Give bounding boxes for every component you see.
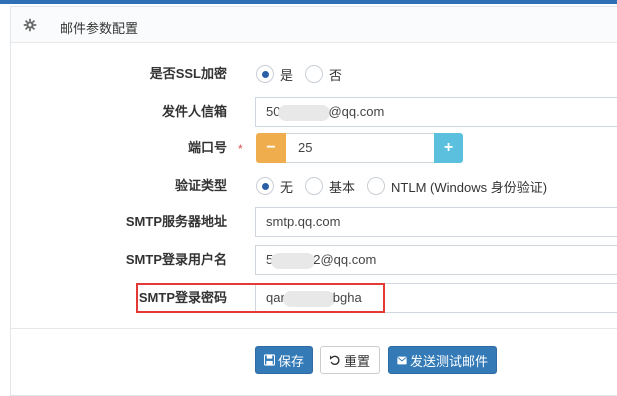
- auth-none-label: 无: [280, 179, 294, 195]
- smtp-server-label: SMTP服务器地址: [125, 214, 227, 229]
- smtp-server-field[interactable]: smtp.qq.com: [255, 207, 617, 237]
- sender-email-suffix: @qq.com: [328, 104, 385, 119]
- ssl-radio-group: 是 否: [256, 64, 354, 84]
- save-label: 保存: [277, 353, 304, 369]
- sender-email-field[interactable]: 50 @qq.com: [255, 97, 617, 127]
- gear-icon: [23, 18, 37, 32]
- required-mark: *: [238, 142, 243, 156]
- ssl-option-no[interactable]: 否: [305, 65, 342, 84]
- floppy-disk-icon: [264, 354, 275, 366]
- auth-radio-group: 无 基本 NTLM (Windows 身份验证): [256, 176, 559, 196]
- auth-label: 验证类型: [174, 178, 227, 193]
- ssl-yes-label: 是: [280, 67, 294, 83]
- undo-icon: [330, 355, 340, 366]
- send-test-email-button[interactable]: 发送测试邮件: [388, 346, 497, 374]
- ssl-no-label: 否: [329, 67, 343, 83]
- ssl-row: 是否SSL加密 是 否: [0, 59, 617, 89]
- smtp-user-row: SMTP登录用户名 5 2@qq.com: [0, 245, 617, 275]
- smtp-user-label: SMTP登录用户名: [125, 252, 227, 267]
- ssl-no-radio[interactable]: [305, 65, 324, 83]
- redaction-mask: [278, 104, 331, 121]
- auth-basic-label: 基本: [329, 179, 356, 195]
- auth-ntlm-radio[interactable]: [367, 177, 386, 195]
- port-input[interactable]: 25: [286, 133, 434, 163]
- top-accent-bar: [0, 0, 617, 4]
- auth-option-ntlm[interactable]: NTLM (Windows 身份验证): [367, 177, 547, 196]
- save-button[interactable]: 保存: [255, 346, 313, 374]
- ssl-yes-radio[interactable]: [256, 65, 274, 83]
- reset-label: 重置: [344, 353, 371, 369]
- highlight-annotation-box: [136, 283, 385, 313]
- send-test-email-label: 发送测试邮件: [409, 353, 488, 369]
- reset-button[interactable]: 重置: [320, 346, 380, 374]
- panel-header: 邮件参数配置: [11, 7, 617, 43]
- redaction-mask: [271, 252, 316, 269]
- auth-row: 验证类型 无 基本 NTLM (Windows 身份验证): [0, 171, 617, 201]
- smtp-user-field[interactable]: 5 2@qq.com: [255, 245, 617, 275]
- auth-option-none[interactable]: 无: [256, 177, 293, 196]
- port-row: 端口号 * − 25 +: [0, 133, 617, 163]
- port-increment-button[interactable]: +: [434, 133, 463, 163]
- envelope-icon: [397, 356, 407, 364]
- sender-row: 发件人信箱 50 @qq.com: [0, 97, 617, 127]
- auth-basic-radio[interactable]: [305, 177, 324, 195]
- ssl-label: 是否SSL加密: [149, 66, 227, 81]
- port-decrement-button[interactable]: −: [256, 133, 286, 163]
- auth-option-basic[interactable]: 基本: [305, 177, 355, 196]
- page-title: 邮件参数配置: [60, 21, 139, 36]
- auth-ntlm-label: NTLM (Windows 身份验证): [391, 179, 548, 195]
- ssl-option-yes[interactable]: 是: [256, 65, 293, 84]
- smtp-user-suffix: 2@qq.com: [313, 252, 377, 267]
- form-divider: [10, 328, 617, 329]
- auth-none-radio[interactable]: [256, 177, 274, 195]
- port-label: 端口号: [187, 140, 227, 155]
- sender-label: 发件人信箱: [161, 104, 227, 119]
- smtp-server-row: SMTP服务器地址 smtp.qq.com: [0, 207, 617, 237]
